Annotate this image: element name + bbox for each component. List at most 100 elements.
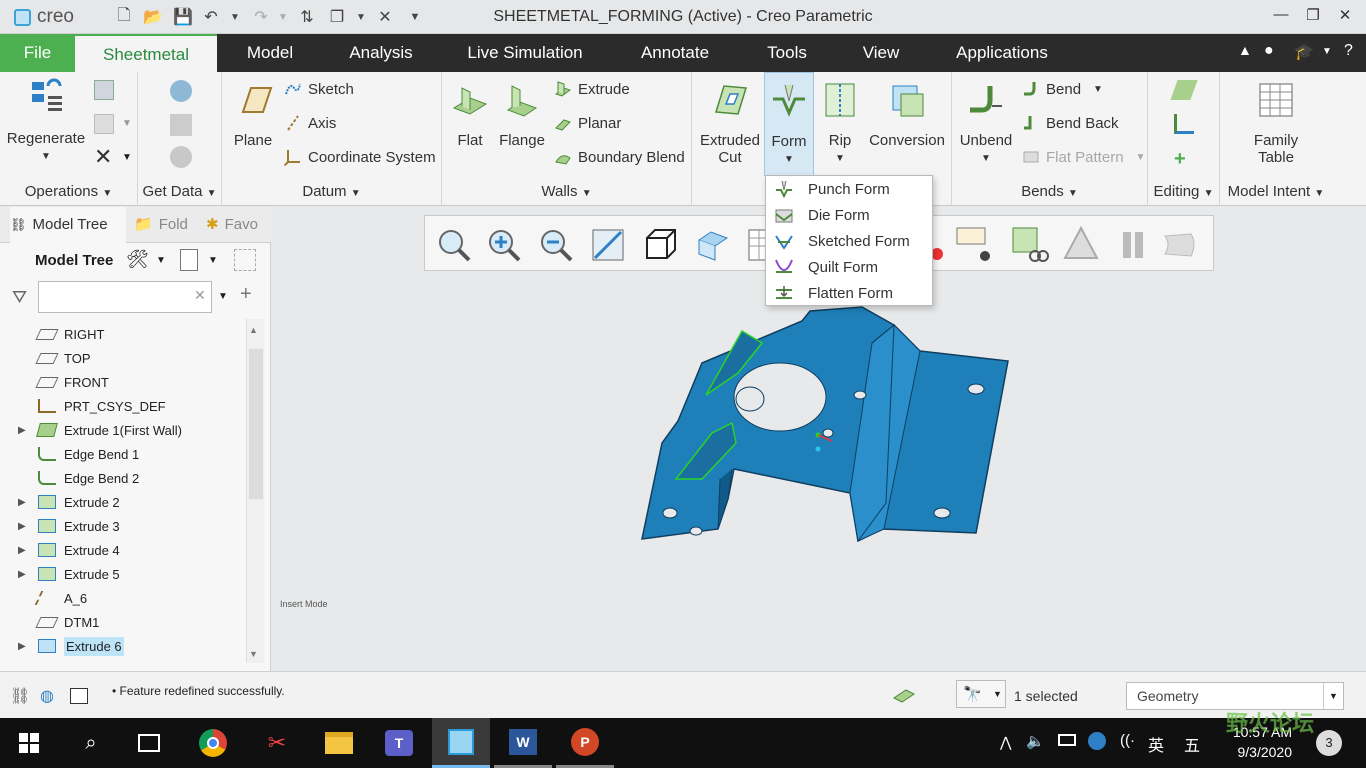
powerpoint-icon[interactable]: P: [556, 718, 614, 768]
expand-arrow-icon[interactable]: ▶: [18, 497, 32, 508]
scroll-up-icon[interactable]: ▲: [249, 325, 258, 335]
regenerate-button[interactable]: Regenerate ▼: [6, 78, 86, 162]
windows-dropdown-icon[interactable]: ▼: [350, 6, 372, 28]
axis-button[interactable]: Axis: [284, 114, 336, 132]
regenerate-quick-icon[interactable]: ⇅: [296, 6, 318, 28]
regenerate-dropdown-icon[interactable]: ▼: [6, 151, 86, 162]
filter-icon[interactable]: ⛛: [12, 287, 27, 308]
task-view-icon[interactable]: [120, 718, 178, 768]
find-button[interactable]: 🔭 ▼: [956, 680, 1006, 708]
walls-group-label[interactable]: Walls ▼: [442, 183, 691, 200]
notification-badge[interactable]: 3: [1316, 730, 1342, 756]
tree-item[interactable]: A_6: [0, 586, 250, 610]
clear-search-icon[interactable]: ✕: [194, 287, 206, 304]
word-icon[interactable]: W: [494, 718, 552, 768]
shrinkwrap-icon[interactable]: [170, 146, 192, 168]
scroll-down-icon[interactable]: ▼: [249, 649, 258, 659]
flange-button[interactable]: Flange: [496, 80, 548, 149]
tab-annotate[interactable]: Annotate: [630, 34, 720, 72]
mirror-icon[interactable]: [1170, 80, 1198, 100]
show-icon[interactable]: [180, 249, 198, 271]
ime-language[interactable]: 英: [1148, 732, 1164, 756]
user-icon[interactable]: ●: [1264, 42, 1274, 60]
annotation-display-icon[interactable]: [955, 224, 995, 264]
bend-dropdown-icon[interactable]: ▼: [1093, 84, 1103, 95]
bends-group-label[interactable]: Bends ▼: [952, 183, 1147, 200]
tab-model-tree[interactable]: ⛓ Model Tree: [10, 207, 126, 243]
bend-back-button[interactable]: Bend Back: [1022, 114, 1119, 132]
appearance-icon[interactable]: [1009, 224, 1049, 264]
close-window-icon[interactable]: ✕: [374, 6, 396, 28]
tree-settings-dropdown-icon[interactable]: ▼: [156, 255, 166, 266]
tab-view[interactable]: View: [854, 34, 908, 72]
tab-folder-browser[interactable]: 📁 Fold: [134, 207, 194, 243]
zoom-in-icon[interactable]: [483, 224, 523, 264]
extruded-cut-button[interactable]: Extruded Cut: [698, 80, 762, 166]
tree-item[interactable]: ▶ Extrude 4: [0, 538, 250, 562]
user-defined-feature-icon[interactable]: [170, 80, 192, 102]
merge-icon[interactable]: +: [1174, 148, 1186, 171]
expand-arrow-icon[interactable]: ▶: [18, 545, 32, 556]
clock-date[interactable]: 9/3/2020: [1222, 744, 1293, 760]
wifi-icon[interactable]: ((·: [1120, 732, 1135, 749]
learning-dropdown-icon[interactable]: ▼: [1322, 46, 1332, 57]
tab-sheetmetal[interactable]: Sheetmetal: [75, 34, 217, 72]
add-icon[interactable]: +: [240, 283, 252, 306]
expand-arrow-icon[interactable]: ▶: [18, 569, 32, 580]
expand-arrow-icon[interactable]: ▶: [18, 521, 32, 532]
bend-button[interactable]: Bend ▼: [1022, 80, 1103, 98]
sketch-button[interactable]: Sketch: [284, 80, 354, 98]
menu-item-quilt-form[interactable]: Quilt Form: [766, 254, 932, 280]
menu-item-punch-form[interactable]: Punch Form: [766, 176, 932, 202]
boundary-blend-button[interactable]: Boundary Blend: [554, 148, 685, 166]
pause-icon[interactable]: [1113, 224, 1153, 264]
operations-group-label[interactable]: Operations ▼: [0, 183, 137, 200]
snipping-tool-icon[interactable]: ✂: [248, 718, 306, 768]
minimize-icon[interactable]: —: [1266, 6, 1296, 28]
form-button[interactable]: Form ▼: [764, 72, 814, 176]
tree-item[interactable]: RIGHT: [0, 322, 250, 346]
tab-favorites[interactable]: ✱ Favo: [206, 207, 266, 243]
tab-model[interactable]: Model: [232, 34, 308, 72]
repaint-icon[interactable]: [589, 224, 629, 264]
battery-icon[interactable]: [1058, 734, 1076, 746]
datum-group-label[interactable]: Datum ▼: [222, 183, 441, 200]
model-intent-group-label[interactable]: Model Intent ▼: [1220, 183, 1332, 200]
start-button[interactable]: [0, 718, 58, 768]
tab-applications[interactable]: Applications: [946, 34, 1058, 72]
redo-dropdown-icon[interactable]: ▼: [272, 6, 294, 28]
expand-arrow-icon[interactable]: ▶: [18, 425, 32, 436]
learning-icon[interactable]: 🎓: [1294, 42, 1314, 62]
help-icon[interactable]: ?: [1344, 42, 1353, 60]
customize-quick-access-icon[interactable]: ▼: [404, 6, 426, 28]
tab-file[interactable]: File: [0, 34, 75, 72]
file-explorer-icon[interactable]: [310, 718, 368, 768]
windows-icon[interactable]: ❐: [326, 6, 348, 28]
rip-button[interactable]: Rip ▼: [818, 80, 862, 164]
full-screen-icon[interactable]: [70, 688, 88, 704]
coordinate-system-button[interactable]: Coordinate System: [284, 148, 436, 166]
flat-button[interactable]: Flat: [448, 80, 492, 149]
unbend-button[interactable]: Unbend ▼: [956, 80, 1016, 164]
editing-group-label[interactable]: Editing ▼: [1148, 183, 1219, 200]
plane-button[interactable]: Plane: [230, 80, 276, 149]
spin-center-icon[interactable]: [1061, 224, 1101, 264]
tree-item[interactable]: ▶ Extrude 6: [0, 634, 250, 658]
delete-dropdown-icon[interactable]: ▼: [122, 152, 132, 163]
conversion-button[interactable]: Conversion: [866, 80, 948, 149]
tree-item[interactable]: FRONT: [0, 370, 250, 394]
tree-item[interactable]: DTM1: [0, 610, 250, 634]
tree-search-input[interactable]: [38, 281, 212, 313]
scroll-thumb[interactable]: [249, 349, 263, 499]
restore-icon[interactable]: ❐: [1298, 6, 1328, 28]
tree-item[interactable]: ▶ Extrude 5: [0, 562, 250, 586]
planar-button[interactable]: Planar: [554, 114, 621, 132]
regen-status-icon[interactable]: [892, 684, 916, 706]
open-folder-icon[interactable]: 📂: [142, 6, 164, 28]
delete-icon[interactable]: ✕: [94, 144, 112, 170]
ime-mode[interactable]: 五: [1184, 732, 1200, 756]
paste-icon[interactable]: [94, 114, 114, 134]
minimize-ribbon-icon[interactable]: ▲: [1238, 42, 1252, 58]
undo-icon[interactable]: ↶: [200, 6, 222, 28]
tab-analysis[interactable]: Analysis: [340, 34, 422, 72]
